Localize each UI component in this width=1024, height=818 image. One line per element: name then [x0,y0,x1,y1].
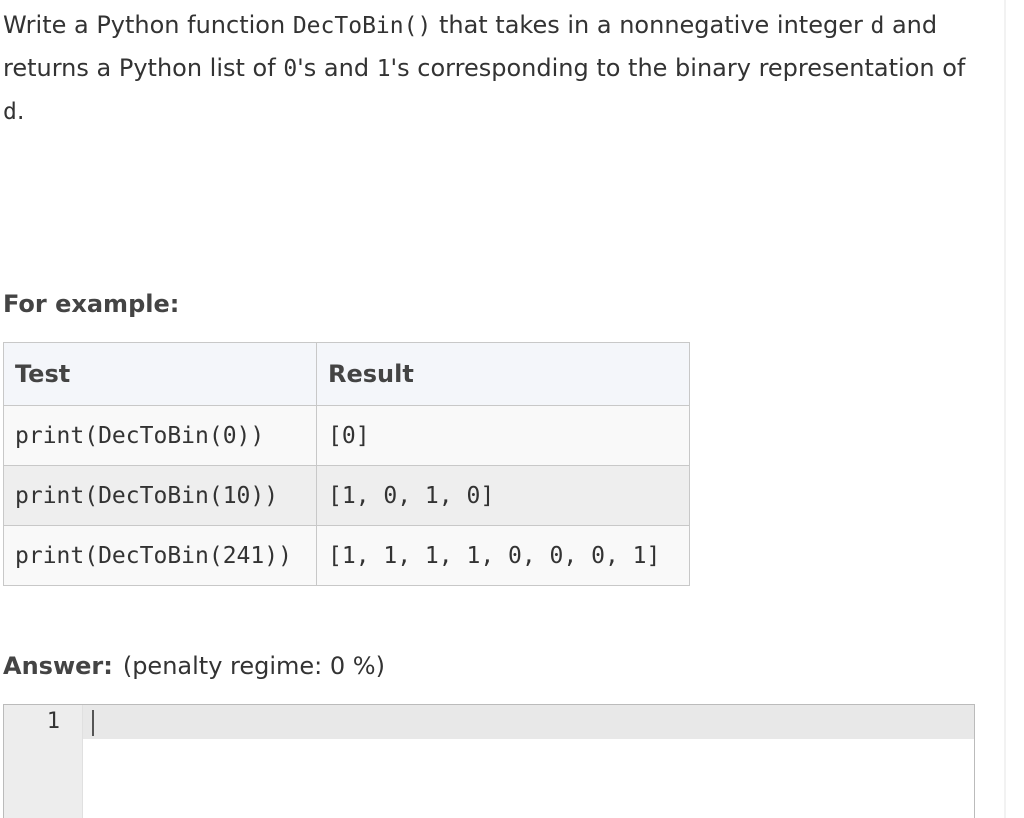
result-cell: [1, 1, 1, 1, 0, 0, 0, 1] [317,526,690,586]
answer-label: Answer: [3,652,113,680]
test-cell: print(DecToBin(10)) [4,466,317,526]
question-part-2: that takes in a nonnegative integer [431,11,870,39]
code-editor[interactable]: 1 [3,704,975,818]
for-example-heading: For example: [3,290,179,318]
header-test: Test [4,343,317,406]
digit-zero: 0 [283,56,297,82]
question-part-5: 's corresponding to the binary represent… [391,54,966,82]
variable-d-second: d [3,99,17,125]
header-result: Result [317,343,690,406]
answer-heading: Answer: (penalty regime: 0 %) [3,652,385,680]
result-cell: [0] [317,406,690,466]
digit-one: 1 [377,56,391,82]
question-part-4: 's and [297,54,377,82]
table-row: print(DecToBin(241)) [1, 1, 1, 1, 0, 0, … [4,526,690,586]
question-text: Write a Python function DecToBin() that … [3,4,993,133]
table-header-row: Test Result [4,343,690,406]
test-cell: print(DecToBin(0)) [4,406,317,466]
result-cell: [1, 0, 1, 0] [317,466,690,526]
examples-table: Test Result print(DecToBin(0)) [0] print… [3,342,690,586]
question-part-6: . [17,97,25,125]
line-number-gutter: 1 [4,705,83,818]
function-name: DecToBin() [293,13,431,39]
table-row: print(DecToBin(10)) [1, 0, 1, 0] [4,466,690,526]
table-row: print(DecToBin(0)) [0] [4,406,690,466]
test-cell: print(DecToBin(241)) [4,526,317,586]
line-number: 1 [47,709,60,734]
variable-d: d [870,13,884,39]
penalty-regime: (penalty regime: 0 %) [123,652,385,680]
question-part-1: Write a Python function [3,11,293,39]
code-input-area[interactable] [83,705,974,818]
page-right-border [1004,0,1006,818]
